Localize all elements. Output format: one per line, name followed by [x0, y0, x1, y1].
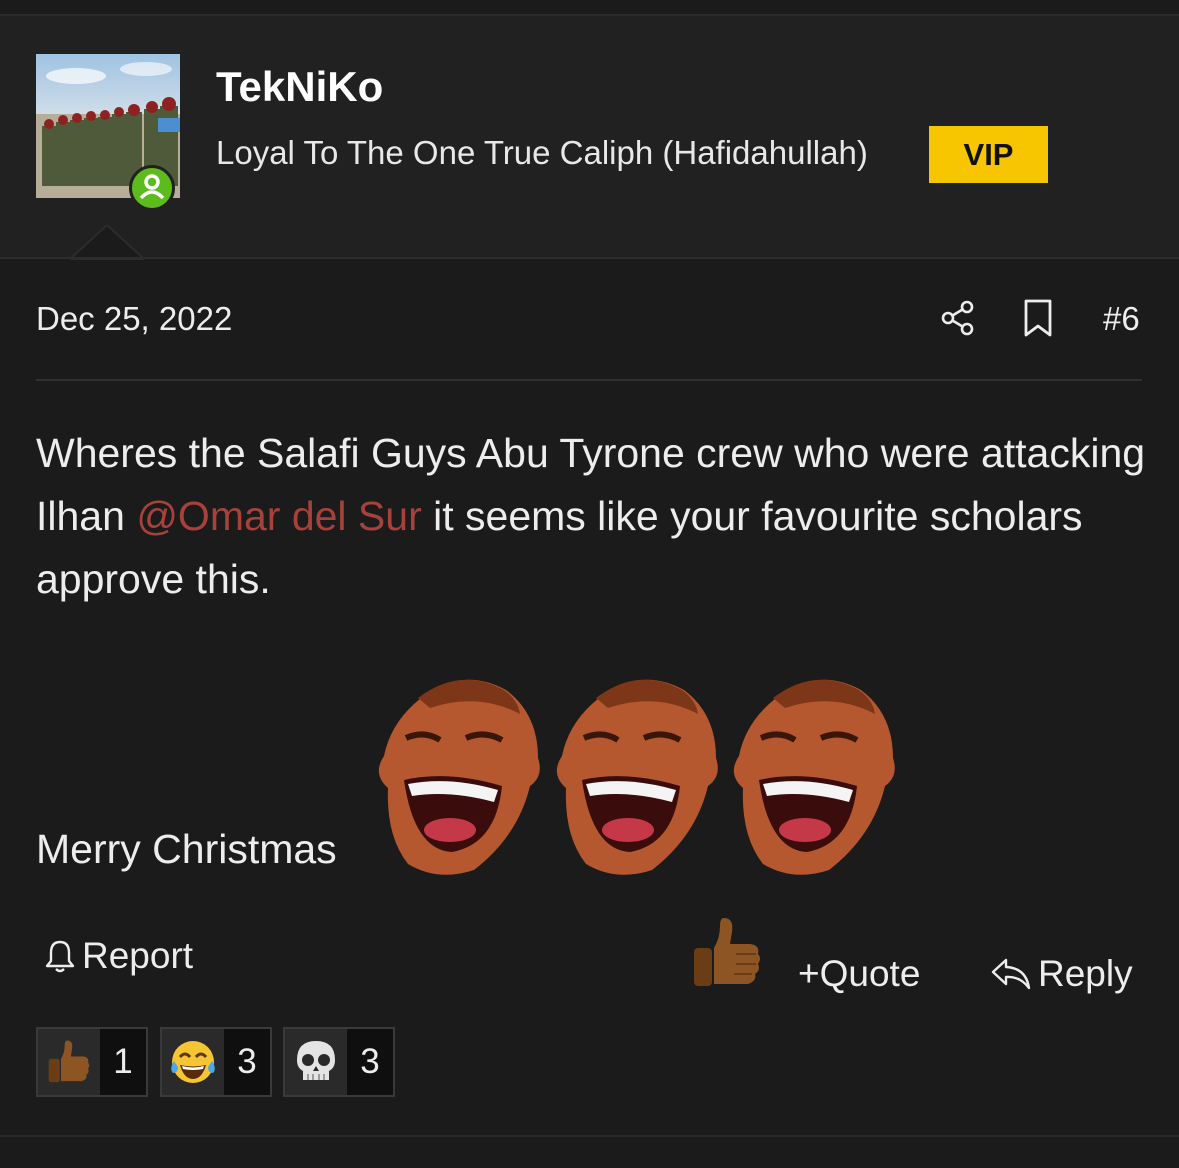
quote-button[interactable]: +Quote [798, 953, 920, 995]
user-title: Loyal To The One True Caliph (Hafidahull… [216, 134, 868, 171]
reply-label: Reply [1038, 953, 1133, 994]
laughing-face-emoji [733, 679, 895, 875]
post-number-link[interactable]: #6 [1103, 300, 1140, 338]
username[interactable]: TekNiKo [216, 62, 383, 112]
post-date[interactable]: Dec 25, 2022 [36, 300, 232, 338]
thumbs-up-icon [38, 1029, 100, 1095]
tears-of-joy-icon [162, 1029, 224, 1095]
online-status-badge [129, 165, 175, 211]
thumbs-up-icon[interactable] [690, 914, 764, 992]
reaction-count: 3 [237, 1042, 257, 1081]
reply-icon [991, 958, 1031, 990]
quote-label: Quote [819, 953, 921, 994]
laughing-face-emoji [378, 679, 540, 875]
user-icon [139, 174, 165, 200]
skull-icon [285, 1029, 347, 1095]
reaction-skull[interactable]: 3 [283, 1027, 395, 1097]
report-label: Report [82, 935, 194, 976]
reaction-like[interactable]: 1 [36, 1027, 148, 1097]
vip-badge: VIP [929, 126, 1048, 183]
reply-button[interactable]: Reply [990, 953, 1133, 995]
post-pointer-arrow [70, 225, 144, 260]
post-bottom-divider [0, 1135, 1179, 1137]
report-button[interactable]: Report [44, 935, 193, 977]
share-icon[interactable] [938, 298, 978, 338]
post-body: Wheres the Salafi Guys Abu Tyrone crew w… [36, 422, 1146, 611]
bookmark-icon[interactable] [1022, 298, 1054, 338]
plus-icon: + [798, 953, 820, 994]
user-mention-link[interactable]: @Omar del Sur [136, 493, 421, 539]
reaction-laugh[interactable]: 3 [160, 1027, 272, 1097]
laughing-face-emoji [556, 679, 718, 875]
bell-icon [45, 940, 75, 973]
reaction-count: 3 [360, 1042, 380, 1081]
reaction-count: 1 [113, 1042, 133, 1081]
post-header-divider [36, 379, 1142, 381]
post-closing-text: Merry Christmas [36, 826, 337, 872]
post-top-border [0, 257, 1179, 259]
